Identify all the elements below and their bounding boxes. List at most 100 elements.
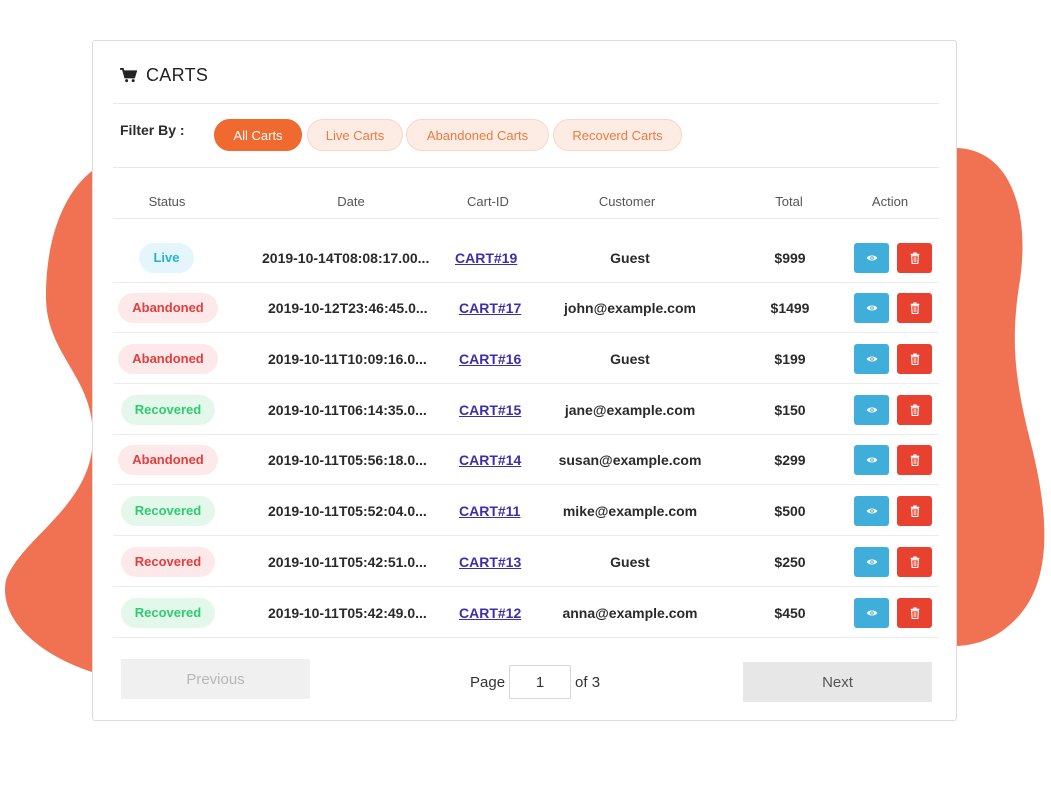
shopping-cart-icon <box>120 67 137 82</box>
date-cell: 2019-10-12T23:46:45.0... <box>268 300 428 316</box>
total-cell: $250 <box>774 554 806 570</box>
customer-cell: Guest <box>610 351 650 367</box>
total-cell: $199 <box>774 351 806 367</box>
total-cell: $150 <box>774 402 806 418</box>
cart-id-link[interactable]: CART#17 <box>459 300 521 316</box>
cart-id-cell: CART#13 <box>459 537 521 587</box>
customer-cell: Guest <box>610 554 650 570</box>
total-cell: $999 <box>774 250 806 266</box>
view-cart-button[interactable] <box>854 547 889 577</box>
view-cart-button[interactable] <box>854 395 889 425</box>
divider <box>113 218 939 219</box>
total-cell: $500 <box>774 503 806 519</box>
next-page-button[interactable]: Next <box>743 662 932 702</box>
view-cart-button[interactable] <box>854 598 889 628</box>
delete-cart-button[interactable] <box>897 293 932 323</box>
table-row: Recovered 2019-10-11T05:42:51.0... CART#13… <box>113 537 939 587</box>
trash-icon <box>910 302 919 314</box>
eye-icon <box>866 610 877 616</box>
status-cell: Live <box>119 233 214 283</box>
filter-abandoned-carts-button[interactable]: Abandoned Carts <box>406 119 549 151</box>
previous-page-button[interactable]: Previous <box>121 659 310 699</box>
view-cart-button[interactable] <box>854 243 889 273</box>
date-cell: 2019-10-11T06:14:35.0... <box>268 402 427 418</box>
filter-recovered-carts-button[interactable]: Recoverd Carts <box>553 119 682 151</box>
cart-id-link[interactable]: CART#12 <box>459 605 521 621</box>
cart-id-cell: CART#11 <box>459 486 520 536</box>
status-badge: Recovered <box>120 547 216 577</box>
view-cart-button[interactable] <box>854 496 889 526</box>
cart-id-cell: CART#12 <box>459 588 521 638</box>
trash-icon <box>910 505 919 517</box>
status-cell: Recovered <box>113 486 223 536</box>
eye-icon <box>866 356 877 362</box>
eye-icon <box>866 508 877 514</box>
cart-id-link[interactable]: CART#11 <box>459 503 520 519</box>
divider <box>113 103 939 104</box>
cart-id-link[interactable]: CART#14 <box>459 452 521 468</box>
delete-cart-button[interactable] <box>897 445 932 475</box>
total-cell: $450 <box>774 605 806 621</box>
table-row: Recovered 2019-10-11T06:14:35.0... CART#15… <box>113 385 939 435</box>
page-total-label: of 3 <box>575 673 601 691</box>
customer-cell: mike@example.com <box>562 503 698 519</box>
filter-all-carts-button[interactable]: All Carts <box>214 119 302 151</box>
page-indicator: Page of 3 <box>470 665 600 699</box>
trash-icon <box>910 556 919 568</box>
page-label: Page <box>470 673 506 691</box>
table-row: Abandoned 2019-10-12T23:46:45.0... CART#17… <box>113 283 939 333</box>
delete-cart-button[interactable] <box>897 547 932 577</box>
customer-cell: Guest <box>610 250 650 266</box>
delete-cart-button[interactable] <box>897 598 932 628</box>
cart-id-cell: CART#16 <box>459 334 521 384</box>
trash-icon <box>910 252 919 264</box>
status-cell: Abandoned <box>113 334 223 384</box>
view-cart-button[interactable] <box>854 445 889 475</box>
date-cell: 2019-10-11T05:56:18.0... <box>268 452 427 468</box>
cart-id-link[interactable]: CART#13 <box>459 554 521 570</box>
cart-id-link[interactable]: CART#16 <box>459 351 521 367</box>
date-cell: 2019-10-11T05:42:51.0... <box>268 554 427 570</box>
trash-icon <box>910 404 919 416</box>
status-cell: Abandoned <box>113 435 223 485</box>
cart-id-cell: CART#15 <box>459 385 521 435</box>
filter-live-carts-button[interactable]: Live Carts <box>307 119 403 151</box>
status-badge: Live <box>139 243 194 273</box>
eye-icon <box>866 407 877 413</box>
filter-bar: Filter By : All Carts Live Carts Abandon… <box>120 119 940 153</box>
carts-panel: CARTS Filter By : All Carts Live Carts A… <box>92 40 957 721</box>
cart-id-link[interactable]: CART#19 <box>455 250 517 266</box>
column-header-date: Date <box>337 194 365 209</box>
eye-icon <box>866 457 877 463</box>
total-cell: $1499 <box>770 300 810 316</box>
view-cart-button[interactable] <box>854 293 889 323</box>
customer-cell: john@example.com <box>564 300 696 316</box>
cart-id-cell: CART#17 <box>459 283 521 333</box>
trash-icon <box>910 353 919 365</box>
date-cell: 2019-10-11T10:09:16.0... <box>268 351 427 367</box>
status-cell: Abandoned <box>113 283 223 333</box>
status-badge: Recovered <box>120 395 216 425</box>
status-cell: Recovered <box>113 588 223 638</box>
status-badge: Abandoned <box>118 445 218 475</box>
delete-cart-button[interactable] <box>897 496 932 526</box>
column-header-status: Status <box>148 194 186 209</box>
delete-cart-button[interactable] <box>897 344 932 374</box>
status-cell: Recovered <box>113 537 223 587</box>
table-row: Live 2019-10-14T08:08:17.00... CART#19 Gues… <box>113 233 939 283</box>
date-cell: 2019-10-11T05:52:04.0... <box>268 503 427 519</box>
column-header-cart-id: Cart-ID <box>467 194 509 209</box>
table-row: Abandoned 2019-10-11T10:09:16.0... CART#16… <box>113 334 939 384</box>
eye-icon <box>866 559 877 565</box>
delete-cart-button[interactable] <box>897 395 932 425</box>
table-row: Recovered 2019-10-11T05:52:04.0... CART#11… <box>113 486 939 536</box>
page-number-input[interactable] <box>509 665 572 699</box>
customer-cell: anna@example.com <box>562 605 698 621</box>
page-title-text: CARTS <box>146 64 209 85</box>
status-badge: Recovered <box>120 598 216 628</box>
view-cart-button[interactable] <box>854 344 889 374</box>
page-title: CARTS <box>120 63 208 87</box>
date-cell: 2019-10-11T05:42:49.0... <box>268 605 427 621</box>
cart-id-link[interactable]: CART#15 <box>459 402 521 418</box>
delete-cart-button[interactable] <box>897 243 932 273</box>
